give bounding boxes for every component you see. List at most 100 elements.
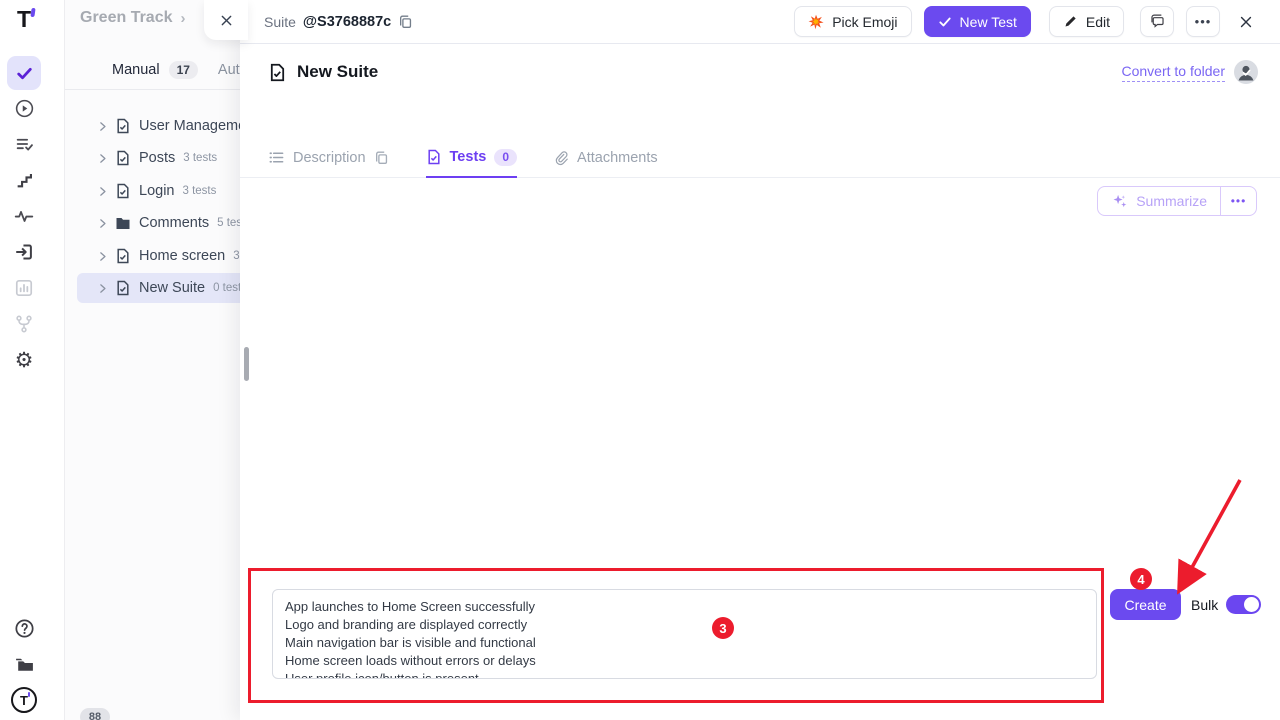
chevron-right-icon bbox=[96, 217, 109, 230]
copy-icon[interactable] bbox=[374, 150, 390, 166]
bar-chart-icon bbox=[14, 278, 34, 298]
folders-icon bbox=[14, 654, 35, 675]
tree-scrollbar-thumb[interactable] bbox=[244, 347, 249, 381]
tab-tests[interactable]: Tests 0 bbox=[426, 140, 518, 178]
convert-to-folder-link[interactable]: Convert to folder bbox=[1122, 63, 1226, 82]
check-icon bbox=[938, 15, 952, 29]
tree-row-user-management[interactable]: User Management bbox=[65, 111, 240, 141]
bulk-tests-textarea[interactable]: App launches to Home Screen successfully… bbox=[272, 589, 1097, 679]
tab-automated[interactable]: Automated bbox=[218, 62, 240, 78]
tree-row-new-suite[interactable]: New Suite 0 tests bbox=[77, 273, 240, 303]
tree-row-posts[interactable]: Posts 3 tests bbox=[65, 143, 240, 173]
activity-pulse-icon bbox=[14, 206, 34, 226]
rail-item-analytics[interactable] bbox=[0, 276, 48, 300]
chevron-right-icon: › bbox=[181, 10, 186, 27]
summarize-button-group: Summarize ••• bbox=[1097, 186, 1257, 216]
suite-doc-icon bbox=[115, 150, 131, 166]
bulk-toggle-label: Bulk bbox=[1191, 597, 1218, 613]
suite-topbar: Suite @S3768887c Pick Emoji New Test Edi… bbox=[240, 0, 1280, 44]
sparkles-icon bbox=[1111, 193, 1128, 210]
app-logo-icon[interactable]: T bbox=[0, 6, 48, 34]
rail-item-tests[interactable] bbox=[7, 56, 41, 90]
suite-doc-icon bbox=[115, 118, 131, 134]
avatar-person-icon bbox=[1234, 60, 1258, 84]
rail-item-plans[interactable] bbox=[0, 132, 48, 156]
chevron-right-icon bbox=[96, 152, 109, 165]
suite-doc-icon bbox=[115, 280, 131, 296]
rail-item-settings[interactable]: ⚙ bbox=[0, 348, 48, 372]
suite-doc-icon bbox=[268, 63, 287, 82]
play-circle-icon bbox=[14, 98, 35, 119]
tests-count-badge: 0 bbox=[494, 149, 517, 166]
tree-tabs: Manual 17 Automated bbox=[65, 50, 240, 90]
toggle-knob bbox=[1244, 597, 1259, 612]
tab-attachments-label: Attachments bbox=[577, 150, 658, 166]
rail-item-help[interactable] bbox=[0, 616, 48, 640]
summarize-label: Summarize bbox=[1136, 193, 1207, 209]
summarize-button[interactable]: Summarize bbox=[1098, 187, 1220, 215]
more-actions-button[interactable]: ••• bbox=[1186, 6, 1220, 37]
boom-emoji-icon bbox=[808, 14, 824, 30]
pick-emoji-button[interactable]: Pick Emoji bbox=[794, 6, 911, 37]
stairs-icon bbox=[15, 171, 34, 190]
chevron-right-icon bbox=[96, 185, 109, 198]
comments-button[interactable] bbox=[1140, 6, 1174, 37]
suite-doc-icon bbox=[115, 248, 131, 264]
tree-row-login[interactable]: Login 3 tests bbox=[65, 176, 240, 206]
account-logo-icon: T bbox=[11, 687, 37, 713]
annotation-step-3: 3 bbox=[712, 617, 734, 639]
tree-row-comments[interactable]: Comments 5 tests bbox=[65, 208, 240, 238]
tree-bottom-badge: 88 bbox=[80, 708, 110, 720]
bulk-toggle[interactable] bbox=[1226, 595, 1261, 614]
panel-close-button[interactable] bbox=[204, 0, 248, 40]
rail-item-account[interactable]: T bbox=[0, 687, 48, 713]
comment-bubble-icon bbox=[1149, 13, 1166, 30]
pick-emoji-label: Pick Emoji bbox=[832, 14, 897, 30]
overlay-close-button[interactable] bbox=[1238, 14, 1254, 30]
suite-detail-panel: Suite @S3768887c Pick Emoji New Test Edi… bbox=[240, 0, 1280, 720]
breadcrumb[interactable]: Green Track › bbox=[80, 9, 186, 27]
rail-item-pulse[interactable] bbox=[0, 204, 48, 228]
branch-icon bbox=[14, 314, 34, 334]
edit-button[interactable]: Edit bbox=[1049, 6, 1124, 37]
suite-doc-icon bbox=[115, 183, 131, 199]
new-test-label: New Test bbox=[960, 14, 1017, 30]
description-list-icon bbox=[268, 149, 285, 166]
pencil-icon bbox=[1063, 14, 1078, 29]
avatar[interactable] bbox=[1234, 60, 1258, 84]
manual-count-badge: 17 bbox=[169, 61, 198, 79]
rail-item-projects[interactable] bbox=[0, 652, 48, 676]
app-rail: T ⚙ T bbox=[0, 0, 65, 720]
tab-manual[interactable]: Manual bbox=[112, 62, 160, 78]
tab-description-label: Description bbox=[293, 150, 366, 166]
annotation-arrow bbox=[1170, 472, 1254, 596]
close-icon bbox=[1238, 14, 1254, 30]
rail-item-branches[interactable] bbox=[0, 312, 48, 336]
rail-item-milestones[interactable] bbox=[0, 168, 48, 192]
close-icon bbox=[219, 13, 234, 28]
suite-id: @S3768887c bbox=[303, 14, 391, 30]
chevron-right-icon bbox=[96, 120, 109, 133]
rail-item-runs[interactable] bbox=[0, 96, 48, 120]
tab-attachments[interactable]: Attachments bbox=[553, 140, 658, 177]
import-box-icon bbox=[14, 242, 34, 262]
tree-row-home-screen[interactable]: Home screen 3 tests bbox=[65, 241, 240, 271]
ellipsis-icon: ••• bbox=[1195, 14, 1212, 29]
new-test-button[interactable]: New Test bbox=[924, 6, 1031, 37]
edit-label: Edit bbox=[1086, 14, 1110, 30]
chevron-right-icon bbox=[96, 282, 109, 295]
suite-tree-panel: Green Track › Manual 17 Automated User M… bbox=[65, 0, 240, 720]
ellipsis-icon: ••• bbox=[1231, 194, 1247, 208]
tests-doc-icon bbox=[426, 149, 442, 165]
rail-item-import[interactable] bbox=[0, 240, 48, 264]
page-title: New Suite bbox=[297, 62, 378, 82]
copy-icon[interactable] bbox=[398, 14, 414, 30]
help-icon bbox=[14, 618, 35, 639]
suite-tabs: Description Tests 0 Attachments bbox=[240, 140, 1280, 178]
entity-type-label: Suite bbox=[264, 14, 296, 30]
summarize-more-button[interactable]: ••• bbox=[1220, 187, 1256, 215]
folder-icon bbox=[115, 215, 131, 231]
create-button[interactable]: Create bbox=[1110, 589, 1181, 620]
tab-description[interactable]: Description bbox=[268, 140, 390, 177]
paperclip-icon bbox=[553, 150, 569, 166]
